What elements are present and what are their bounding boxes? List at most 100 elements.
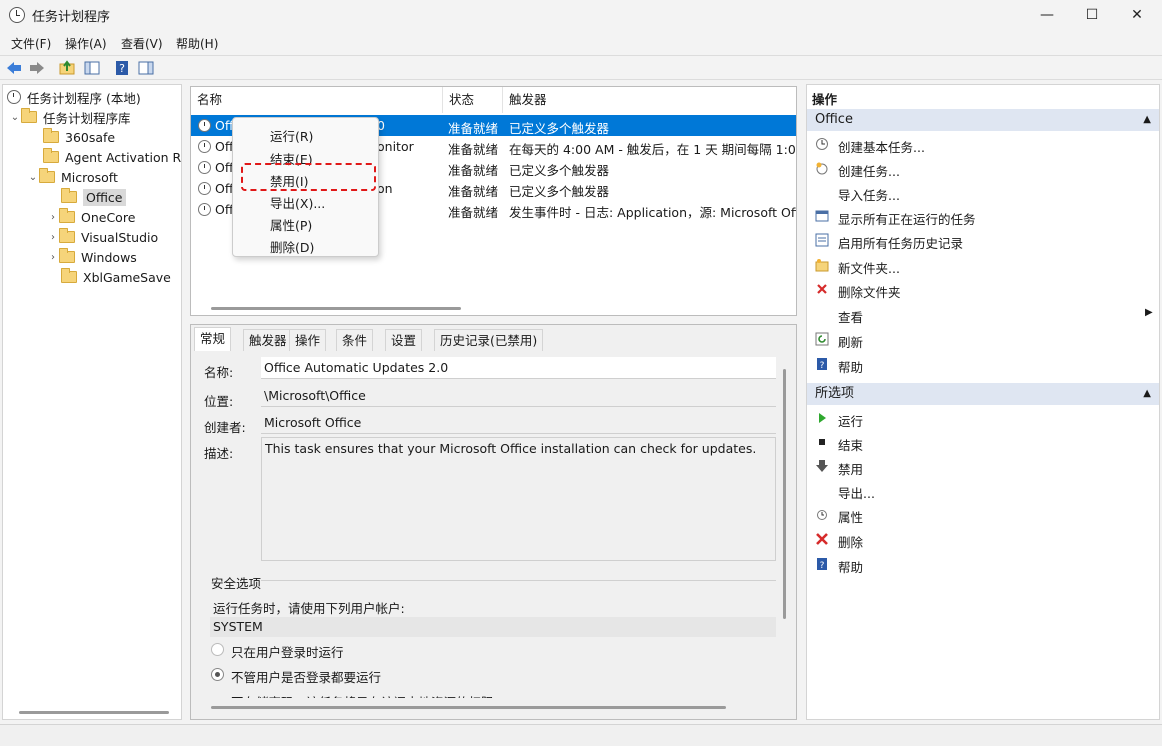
enable-history-icon	[815, 233, 829, 247]
tree-item-windows[interactable]: › Windows	[47, 247, 137, 267]
column-header-trigger[interactable]: 触发器	[503, 87, 796, 113]
forward-arrow-icon[interactable]	[28, 59, 46, 77]
menu-view[interactable]: 查看(V)	[121, 35, 163, 52]
back-arrow-icon[interactable]	[5, 59, 23, 77]
details-horizontal-scrollbar[interactable]	[211, 706, 726, 709]
task-status: 准备就绪	[448, 184, 499, 199]
run-icon	[819, 413, 826, 423]
task-clock-icon	[198, 203, 211, 216]
help-icon[interactable]: ?	[113, 59, 131, 77]
tasklist-horizontal-scrollbar[interactable]	[211, 307, 461, 310]
help-icon: ?	[817, 358, 827, 371]
collapse-up-icon[interactable]: ▲	[1143, 109, 1151, 131]
general-tab-content: 名称: Office Automatic Updates 2.0 位置: \Mi…	[191, 351, 796, 719]
chevron-down-icon[interactable]: ⌄	[9, 112, 21, 123]
column-header-status[interactable]: 状态	[443, 87, 503, 113]
tab-actions[interactable]: 操作	[289, 329, 327, 351]
stop-icon	[819, 439, 825, 445]
action-view[interactable]: 查看	[838, 307, 863, 326]
task-status: 准备就绪	[448, 121, 499, 136]
action-delete-folder[interactable]: 删除文件夹	[838, 282, 901, 301]
task-trigger: 已定义多个触发器	[509, 184, 610, 199]
task-clock-icon	[198, 182, 211, 195]
radio-run-whether-logged-on[interactable]	[211, 668, 224, 681]
show-hide-action-pane-icon[interactable]	[137, 59, 155, 77]
location-label: 位置:	[204, 394, 234, 409]
context-menu-delete[interactable]: 删除(D)	[270, 237, 314, 256]
action-help-selected[interactable]: 帮助	[838, 557, 863, 576]
delete-icon	[816, 533, 828, 545]
tree-item-onecore[interactable]: › OneCore	[47, 207, 135, 227]
tree-item-visualstudio[interactable]: › VisualStudio	[47, 227, 158, 247]
radio-run-only-logged-on-label: 只在用户登录时运行	[231, 645, 344, 660]
tree-horizontal-scrollbar[interactable]	[19, 711, 169, 714]
task-name: Off	[215, 181, 234, 196]
action-run[interactable]: 运行	[838, 411, 863, 430]
tab-history[interactable]: 历史记录(已禁用)	[434, 329, 544, 351]
window-title: 任务计划程序	[32, 10, 111, 25]
action-disable[interactable]: 禁用	[838, 459, 863, 478]
action-enable-all-history[interactable]: 启用所有任务历史记录	[838, 233, 963, 252]
details-vertical-scrollbar[interactable]	[783, 369, 786, 619]
tree-item-label: OneCore	[81, 209, 136, 225]
action-create-task[interactable]: 创建任务...	[838, 161, 900, 180]
task-description-field[interactable]: This task ensures that your Microsoft Of…	[261, 437, 776, 561]
context-menu-properties[interactable]: 属性(P)	[270, 215, 312, 234]
actions-section-office[interactable]: Office ▲	[807, 109, 1159, 131]
action-create-basic-task[interactable]: 创建基本任务...	[838, 137, 925, 156]
tree-item-360safe[interactable]: 360safe	[43, 127, 115, 147]
submenu-arrow-icon: ▶	[1145, 307, 1153, 318]
chevron-right-icon[interactable]: ›	[47, 252, 59, 263]
actions-section-selected-item[interactable]: 所选项 ▲	[807, 383, 1159, 405]
folder-icon	[43, 148, 59, 163]
tree-item-label: 360safe	[65, 129, 116, 145]
collapse-up-icon[interactable]: ▲	[1143, 383, 1151, 405]
tree-library[interactable]: ⌄ 任务计划程序库	[9, 107, 131, 127]
tab-conditions[interactable]: 条件	[336, 329, 374, 351]
task-clock-icon	[198, 119, 211, 132]
action-new-folder[interactable]: 新文件夹...	[838, 258, 900, 277]
context-menu-export[interactable]: 导出(X)...	[270, 193, 325, 212]
tab-general[interactable]: 常规	[194, 327, 232, 352]
action-end[interactable]: 结束	[838, 435, 863, 454]
task-location-field: \Microsoft\Office	[261, 385, 776, 407]
menu-help[interactable]: 帮助(H)	[176, 35, 218, 52]
tab-triggers[interactable]: 触发器	[243, 329, 293, 351]
tab-settings[interactable]: 设置	[385, 329, 423, 351]
menu-action[interactable]: 操作(A)	[65, 35, 107, 52]
disable-highlight-annotation	[241, 163, 376, 191]
chevron-right-icon[interactable]: ›	[47, 232, 59, 243]
menu-file[interactable]: 文件(F)	[11, 35, 51, 52]
status-bar	[0, 724, 1162, 746]
task-name: Off	[215, 202, 234, 217]
context-menu-run[interactable]: 运行(R)	[270, 126, 313, 145]
action-export[interactable]: 导出...	[838, 483, 875, 502]
action-delete[interactable]: 删除	[838, 532, 863, 551]
tree-root[interactable]: 任务计划程序 (本地)	[7, 87, 141, 107]
show-hide-console-tree-icon[interactable]	[83, 59, 101, 77]
task-name-field[interactable]: Office Automatic Updates 2.0	[261, 357, 776, 379]
chevron-down-icon[interactable]: ⌄	[27, 172, 39, 183]
tree-item-microsoft[interactable]: ⌄ Microsoft	[27, 167, 118, 187]
actions-header: 操作	[812, 92, 838, 107]
action-properties[interactable]: 属性	[838, 507, 863, 526]
maximize-button[interactable]: ☐	[1069, 0, 1115, 30]
minimize-button[interactable]: —	[1024, 0, 1070, 30]
task-name: Off	[215, 160, 234, 175]
radio-run-only-logged-on[interactable]	[211, 643, 224, 656]
tree-item-office[interactable]: Office	[59, 187, 126, 207]
tree-root-label: 任务计划程序 (本地)	[27, 90, 141, 106]
column-header-name[interactable]: 名称	[191, 87, 443, 113]
tree-item-xblgamesave[interactable]: XblGameSave	[59, 267, 171, 287]
action-import-task[interactable]: 导入任务...	[838, 185, 900, 204]
close-button[interactable]: ✕	[1114, 0, 1160, 30]
up-folder-icon[interactable]	[58, 59, 76, 77]
action-refresh[interactable]: 刷新	[838, 332, 863, 351]
tree-item-agent-activation[interactable]: Agent Activation Runtime	[43, 147, 181, 167]
task-status: 准备就绪	[448, 205, 499, 220]
action-display-running-tasks[interactable]: 显示所有正在运行的任务	[838, 209, 976, 228]
action-help[interactable]: 帮助	[838, 357, 863, 376]
chevron-right-icon[interactable]: ›	[47, 212, 59, 223]
toolbar: ?	[0, 55, 1162, 80]
refresh-icon	[815, 332, 829, 346]
